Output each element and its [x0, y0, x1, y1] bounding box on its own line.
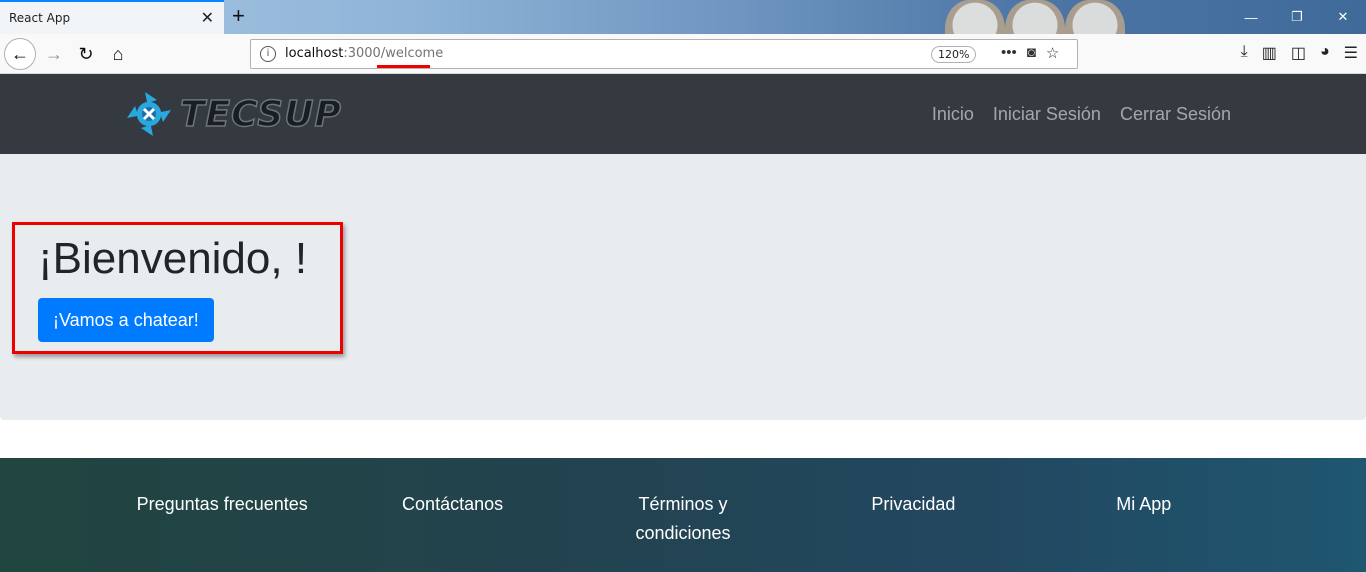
url-text: localhost:3000/welcome — [285, 46, 444, 61]
welcome-title: ¡Bienvenido, ! — [38, 234, 308, 283]
back-arrow-icon[interactable]: ← — [4, 38, 36, 70]
reload-icon[interactable]: ↻ — [70, 38, 102, 70]
nav-link-cerrar-sesion[interactable]: Cerrar Sesión — [1120, 104, 1231, 125]
footer-links: Preguntas frecuentes Contáctanos Término… — [107, 490, 1259, 548]
download-icon[interactable]: ⤓ — [1241, 43, 1248, 63]
page-actions: ••• ◙ ☆ — [1001, 44, 1059, 62]
footer-link-my-app[interactable]: Mi App — [1029, 490, 1259, 548]
close-window-icon[interactable]: ✕ — [1320, 0, 1366, 34]
footer-link-faq[interactable]: Preguntas frecuentes — [107, 490, 337, 548]
bookmark-star-icon[interactable]: ☆ — [1046, 44, 1059, 62]
minimize-icon[interactable]: — — [1228, 0, 1274, 34]
brand-logo[interactable]: TECSUP — [124, 90, 342, 138]
browser-toolbar: ← → ↻ ⌂ i localhost:3000/welcome 120% ••… — [0, 34, 1366, 74]
logo-text: TECSUP — [179, 93, 342, 136]
info-icon[interactable]: i — [260, 46, 276, 62]
footer: Preguntas frecuentes Contáctanos Término… — [0, 458, 1366, 572]
footer-link-terms[interactable]: Términos y condiciones — [568, 490, 798, 548]
forward-arrow-icon[interactable]: → — [38, 38, 70, 70]
toolbar-right: ⤓ ▥ ◫ ◕ ☰ — [1241, 43, 1358, 63]
library-icon[interactable]: ▥ — [1262, 43, 1277, 63]
welcome-jumbotron: ¡Bienvenido, ! ¡Vamos a chatear! — [0, 154, 1366, 420]
menu-icon[interactable]: ☰ — [1344, 43, 1358, 63]
tab-title: React App — [9, 11, 71, 25]
url-bar[interactable]: i localhost:3000/welcome 120% ••• ◙ ☆ — [250, 39, 1078, 69]
sidebar-icon[interactable]: ◫ — [1291, 43, 1306, 63]
app-navbar: TECSUP Inicio Iniciar Sesión Cerrar Sesi… — [0, 74, 1366, 154]
footer-link-privacy[interactable]: Privacidad — [798, 490, 1028, 548]
start-chat-button[interactable]: ¡Vamos a chatear! — [38, 298, 214, 342]
new-tab-button[interactable]: + — [232, 3, 245, 29]
more-actions-icon[interactable]: ••• — [1001, 44, 1017, 62]
nav-links: Inicio Iniciar Sesión Cerrar Sesión — [932, 104, 1231, 125]
tecsup-logo-icon — [127, 92, 171, 136]
nav-link-inicio[interactable]: Inicio — [932, 104, 974, 125]
zoom-level[interactable]: 120% — [931, 46, 977, 63]
window-controls: — ❐ ✕ — [1228, 0, 1366, 34]
nav-link-iniciar-sesion[interactable]: Iniciar Sesión — [993, 104, 1101, 125]
browser-tab-bar: React App ✕ + — ❐ ✕ — [0, 0, 1366, 72]
url-annotation-underline — [377, 65, 430, 68]
browser-tab[interactable]: React App ✕ — [0, 0, 224, 34]
account-icon[interactable]: ◕ — [1320, 43, 1330, 63]
footer-link-contact[interactable]: Contáctanos — [337, 490, 567, 548]
close-icon[interactable]: ✕ — [201, 8, 214, 28]
pocket-icon[interactable]: ◙ — [1027, 44, 1036, 62]
home-icon[interactable]: ⌂ — [102, 38, 134, 70]
restore-icon[interactable]: ❐ — [1274, 0, 1320, 34]
